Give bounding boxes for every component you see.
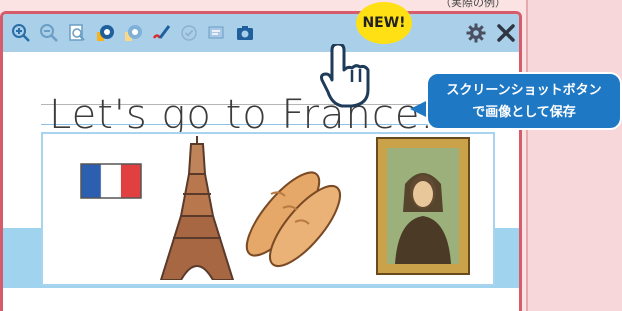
pen-outline-icon[interactable] (123, 23, 143, 43)
caption: （実際の例） (440, 0, 506, 9)
pointer-hand-icon (320, 44, 370, 108)
zoom-in-icon[interactable] (11, 23, 31, 43)
baguette-illustration (245, 171, 341, 268)
answer-icon[interactable] (207, 23, 227, 43)
viewer-window: Let's go to France. (0, 11, 522, 311)
picture-panel (41, 132, 495, 286)
pen-color-icon[interactable] (95, 23, 115, 43)
french-flag-illustration (80, 163, 142, 199)
new-badge: NEW! (356, 2, 412, 44)
tooltip-line2: で画像として保存 (472, 105, 576, 120)
settings-gear-icon[interactable] (465, 22, 487, 44)
toolbar (3, 14, 519, 52)
screenshot-icon[interactable] (235, 23, 255, 43)
mona-lisa-painting-illustration (376, 137, 470, 275)
tooltip-line1: スクリーンショットボタン (446, 83, 602, 98)
eiffel-tower-illustration (159, 136, 235, 281)
check-icon[interactable] (179, 23, 199, 43)
fit-page-icon[interactable] (67, 23, 87, 43)
zoom-out-icon[interactable] (39, 23, 59, 43)
screenshot-tooltip: スクリーンショットボタン で画像として保存 (426, 72, 622, 130)
side-panel (526, 0, 622, 311)
marker-icon[interactable] (151, 23, 171, 43)
close-icon[interactable] (495, 22, 517, 44)
illustrations (80, 136, 470, 281)
